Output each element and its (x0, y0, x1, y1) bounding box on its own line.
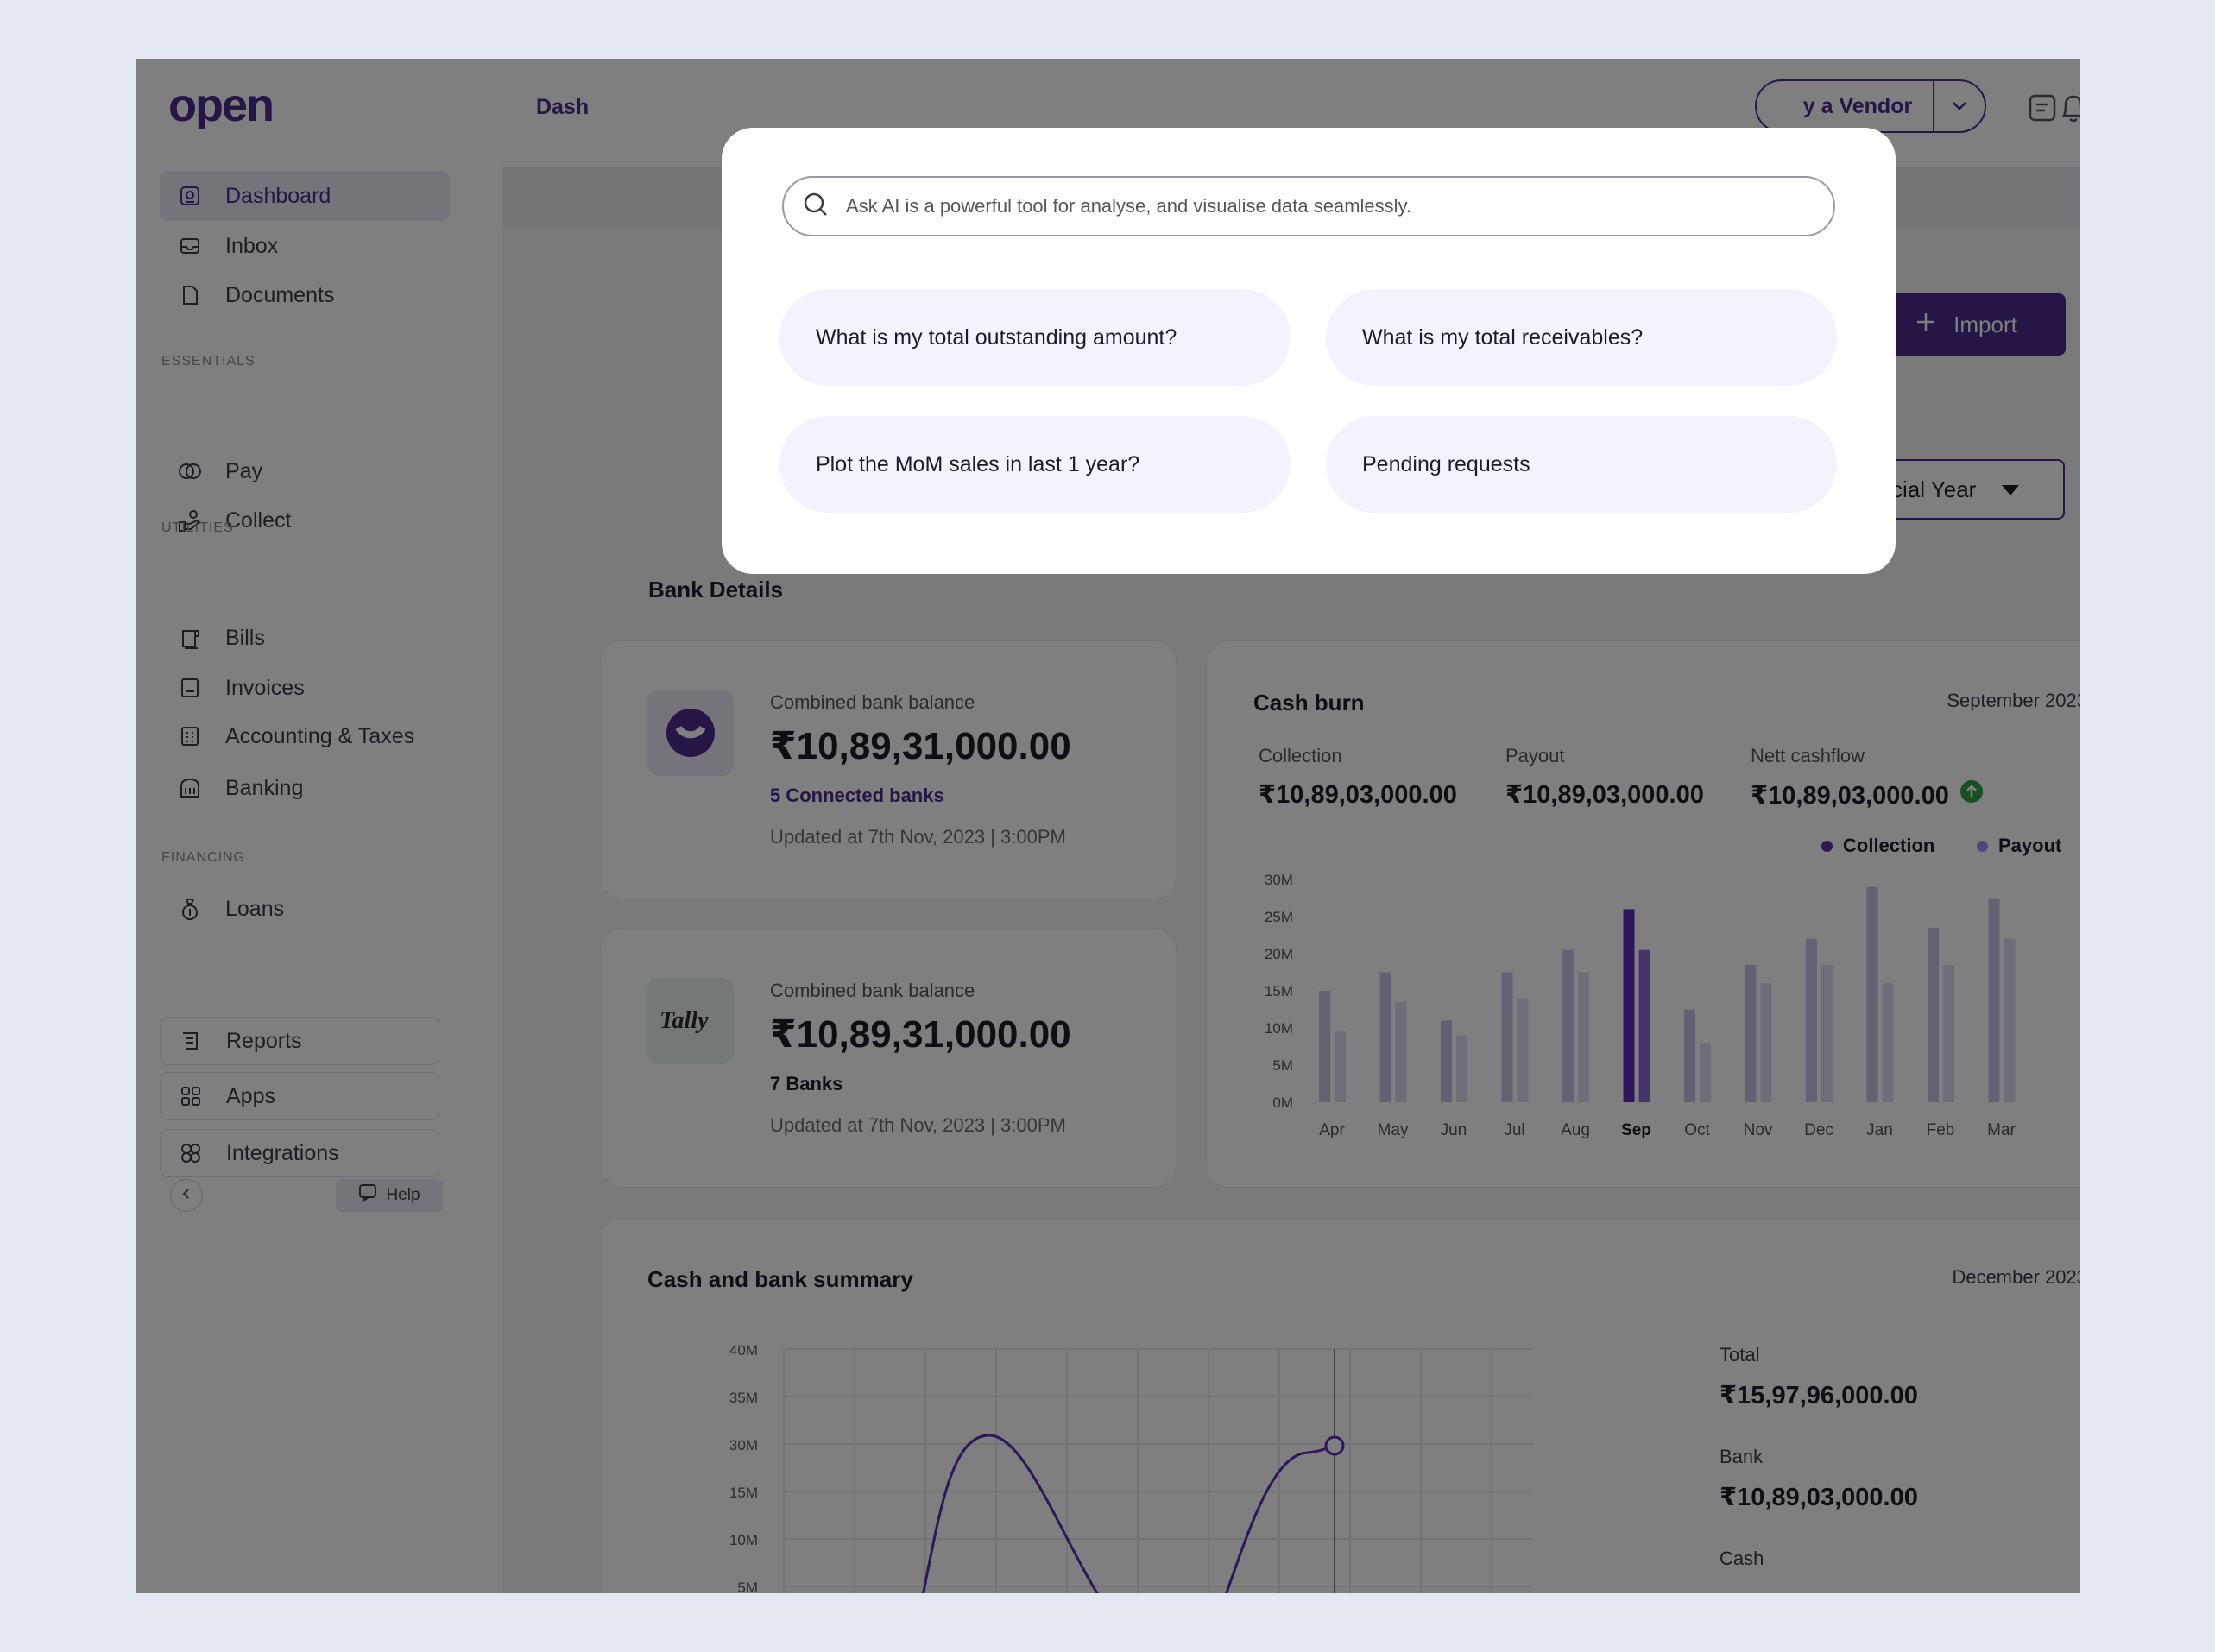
suggestion-chip[interactable]: What is my total outstanding amount? (779, 289, 1291, 386)
suggestion-chip[interactable]: Pending requests (1326, 416, 1837, 513)
app-window: open Dashboard Inbox Documents ESSENTIAL… (136, 59, 2080, 1593)
ask-ai-search[interactable] (782, 176, 1835, 236)
suggestion-chip[interactable]: Plot the MoM sales in last 1 year? (779, 416, 1291, 513)
ask-ai-input[interactable] (846, 195, 1833, 218)
search-icon (803, 192, 829, 222)
suggestion-chip[interactable]: What is my total receivables? (1326, 289, 1837, 386)
ask-ai-modal: What is my total outstanding amount? Wha… (722, 128, 1896, 574)
